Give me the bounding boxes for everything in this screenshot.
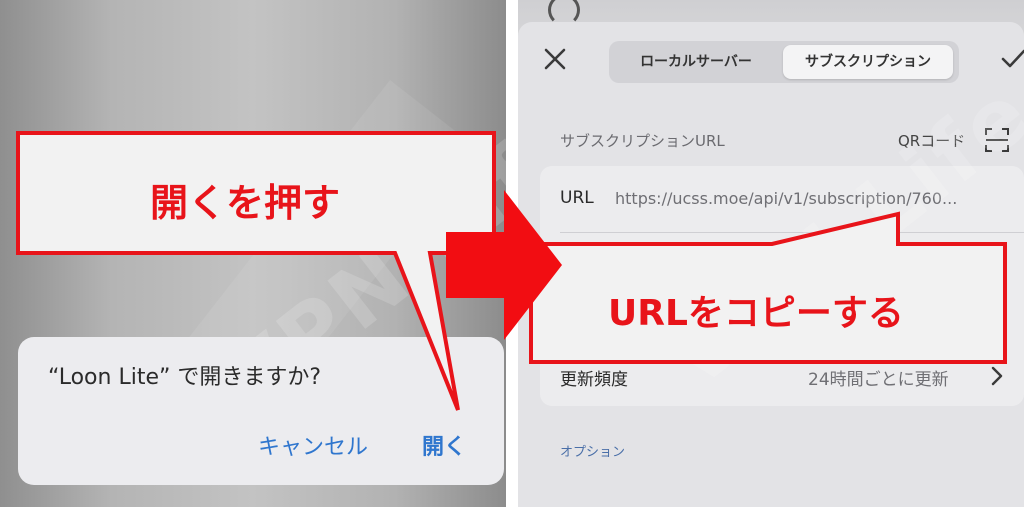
left-screenshot-panel: VPN Life “Loon Lite” で開きますか? キャンセル 開く 開く… (0, 0, 506, 507)
arrow-right-icon (446, 190, 562, 340)
options-section-label: オプション (560, 445, 626, 460)
callout-text-left: 開くを押す (150, 181, 341, 225)
chevron-right-icon[interactable] (990, 366, 1004, 386)
right-screenshot-panel: ローカルサーバー サブスクリプション サブスクリプションURL QRコード UR… (518, 0, 1024, 507)
source-segmented-control: ローカルサーバー サブスクリプション (609, 41, 959, 83)
close-icon[interactable] (540, 44, 570, 74)
callout-text-right: URLをコピーする (608, 293, 904, 334)
url-field-label: URL (560, 188, 594, 208)
display-name-input[interactable]: caf14c3841 (898, 256, 986, 274)
checkmark-icon[interactable] (1000, 46, 1024, 72)
update-frequency-label: 更新頻度 (560, 370, 628, 390)
tab-subscription[interactable]: サブスクリプション (783, 45, 953, 79)
tab-local-server[interactable]: ローカルサーバー (615, 45, 777, 79)
subscription-url-section-label: サブスクリプションURL (560, 132, 725, 150)
display-name-label: 表示名 (560, 260, 609, 279)
update-frequency-value[interactable]: 24時間ごとに更新 (808, 365, 949, 390)
callout-bubble-left (16, 131, 496, 411)
